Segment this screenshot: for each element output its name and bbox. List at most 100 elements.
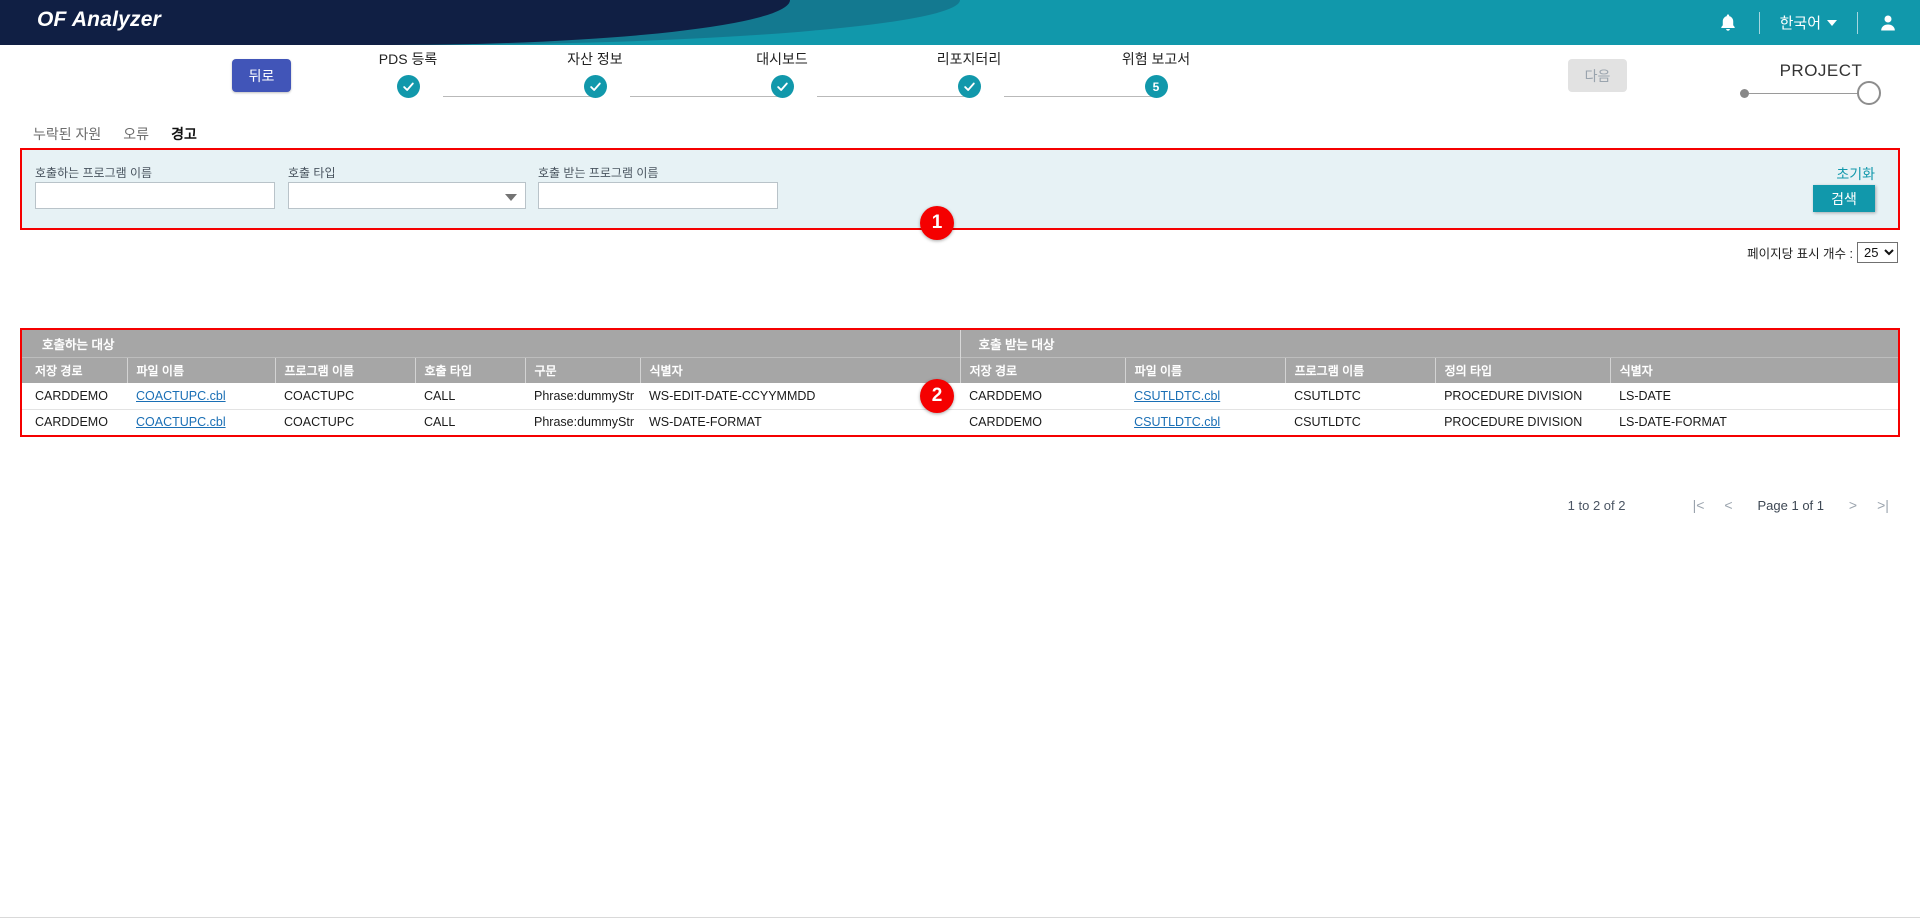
tab-missing-resources[interactable]: 누락된 자원	[33, 122, 101, 146]
step-status-check-icon	[396, 75, 420, 98]
tab-warnings[interactable]: 경고	[171, 122, 197, 146]
filter-panel: 호출하는 프로그램 이름 호출 타입 호출 받는 프로그램 이름 초기화 검색	[20, 148, 1900, 230]
callee-file-link[interactable]: CSUTLDTC.cbl	[1134, 389, 1220, 403]
filter-label-callee-program: 호출 받는 프로그램 이름	[538, 166, 659, 180]
caller-file-link[interactable]: COACTUPC.cbl	[136, 415, 226, 429]
next-page-button[interactable]: >	[1838, 497, 1868, 513]
cell-callee-program: CSUTLDTC	[1285, 383, 1436, 410]
filter-select-call-type[interactable]	[288, 182, 526, 209]
column-header-callee-program[interactable]: 프로그램 이름	[1284, 356, 1436, 383]
step-label: PDS 등록	[378, 51, 438, 67]
project-label: PROJECT	[1779, 61, 1863, 80]
column-header-caller-program[interactable]: 프로그램 이름	[274, 356, 415, 383]
chevron-down-icon	[1827, 19, 1837, 26]
filter-label-caller-program: 호출하는 프로그램 이름	[35, 166, 153, 180]
report-tabs: 누락된 자원 오류 경고	[33, 122, 197, 146]
first-page-button[interactable]: |<	[1684, 497, 1714, 513]
cell-caller-program: COACTUPC	[284, 415, 355, 430]
step-label: 자산 정보	[567, 51, 623, 67]
project-start-dot	[1740, 89, 1749, 98]
warnings-table: 호출하는 대상 호출 받는 대상 저장 경로 파일 이름 프로그램 이름 호출 …	[20, 328, 1900, 437]
user-icon[interactable]	[1878, 12, 1898, 34]
search-button[interactable]: 검색	[1813, 185, 1875, 212]
callee-file-link[interactable]: CSUTLDTC.cbl	[1134, 415, 1220, 429]
cell-definition-type: PROCEDURE DIVISION	[1435, 383, 1611, 410]
page-size-control: 페이지당 표시 개수 : 25	[1747, 242, 1898, 263]
pagination: 1 to 2 of 2 |< < Page 1 of 1 > >|	[1568, 497, 1898, 513]
cell-callee-file: CSUTLDTC.cbl	[1125, 383, 1286, 410]
chevron-down-icon	[505, 194, 517, 201]
callout-badge-2: 2	[920, 379, 954, 413]
step-repository[interactable]: 리포지터리	[894, 49, 1044, 98]
column-header-caller-file[interactable]: 파일 이름	[126, 356, 275, 383]
cell-callee-file: CSUTLDTC.cbl	[1125, 409, 1285, 435]
callout-badge-1: 1	[920, 206, 954, 240]
step-status-check-icon	[583, 75, 607, 98]
cell-statement: Phrase:dummyStr	[534, 415, 635, 430]
cell-call-type: CALL	[415, 383, 525, 410]
step-label: 대시보드	[756, 51, 808, 67]
cell-definition-type: PROCEDURE DIVISION	[1444, 415, 1583, 430]
step-number-badge: 5	[1144, 75, 1168, 98]
prev-page-button[interactable]: <	[1714, 497, 1744, 513]
step-dashboard[interactable]: 대시보드	[707, 49, 857, 98]
page-size-select[interactable]: 25	[1857, 242, 1898, 263]
column-header-call-type[interactable]: 호출 타입	[414, 356, 525, 383]
last-page-button[interactable]: >|	[1868, 497, 1898, 513]
step-asset-info[interactable]: 자산 정보	[520, 49, 670, 98]
cell-caller-program: COACTUPC	[275, 383, 415, 410]
step-status-check-icon	[770, 75, 794, 98]
cell-callee-program: CSUTLDTC	[1294, 415, 1361, 430]
table-row: CARDDEMO COACTUPC.cbl COACTUPC CALL Phra…	[22, 383, 1899, 410]
cell-callee-identifier: LS-DATE-FORMAT	[1619, 415, 1727, 430]
step-label: 리포지터리	[936, 51, 1002, 67]
step-label: 위험 보고서	[1121, 51, 1191, 67]
table-row: CARDDEMO COACTUPC.cbl COACTUPC CALL Phra…	[22, 409, 1898, 435]
language-label: 한국어	[1779, 15, 1821, 32]
page-size-label: 페이지당 표시 개수 :	[1747, 247, 1853, 261]
cell-caller-file: COACTUPC.cbl	[127, 409, 275, 435]
group-header-callee: 호출 받는 대상	[959, 330, 1899, 357]
filter-input-callee-program[interactable]	[538, 182, 778, 209]
app-logo[interactable]: OF Analyzer	[37, 8, 161, 32]
step-risk-report[interactable]: 위험 보고서 5	[1081, 49, 1231, 98]
group-header-caller: 호출하는 대상	[22, 330, 961, 357]
table-group-header-row: 호출하는 대상 호출 받는 대상	[22, 330, 1899, 357]
step-list: PDS 등록 자산 정보 대시보드 리포지터리 위험 보고서 5	[340, 49, 1270, 121]
cell-callee-path: CARDDEMO	[960, 383, 1126, 410]
filter-input-caller-program[interactable]	[35, 182, 275, 209]
column-header-callee-identifier[interactable]: 식별자	[1609, 356, 1899, 383]
cell-caller-identifier: WS-EDIT-DATE-CCYYMMDD	[640, 383, 961, 410]
column-header-caller-identifier[interactable]: 식별자	[639, 356, 961, 383]
project-indicator: PROJECT	[1740, 53, 1900, 113]
workflow-stepper: 뒤로 PDS 등록 자산 정보 대시보드 리포지터리 위험 보고서 5 다음 P…	[0, 45, 1920, 121]
reset-link[interactable]: 초기화	[1836, 164, 1875, 184]
cell-caller-path: CARDDEMO	[35, 415, 108, 430]
page-indicator: Page 1 of 1	[1757, 497, 1825, 513]
filter-label-call-type: 호출 타입	[288, 166, 336, 180]
column-header-statement[interactable]: 구문	[524, 356, 640, 383]
column-header-callee-file[interactable]: 파일 이름	[1124, 356, 1286, 383]
column-header-caller-path[interactable]: 저장 경로	[22, 356, 127, 383]
column-header-definition-type[interactable]: 정의 타입	[1434, 356, 1611, 383]
cell-caller-identifier: WS-DATE-FORMAT	[649, 415, 762, 430]
caller-file-link[interactable]: COACTUPC.cbl	[136, 389, 226, 403]
cell-caller-path: CARDDEMO	[22, 383, 127, 410]
tab-errors[interactable]: 오류	[123, 122, 149, 146]
column-header-callee-path[interactable]: 저장 경로	[959, 356, 1126, 383]
table-column-header-row: 저장 경로 파일 이름 프로그램 이름 호출 타입 구문 식별자 저장 경로 파…	[22, 356, 1899, 383]
language-selector[interactable]: 한국어	[1780, 12, 1837, 33]
pagination-count: 1 to 2 of 2	[1567, 497, 1626, 513]
back-button[interactable]: 뒤로	[232, 59, 291, 92]
bell-icon[interactable]	[1717, 12, 1739, 34]
divider	[1758, 11, 1760, 34]
project-line	[1749, 93, 1859, 94]
cell-caller-file: COACTUPC.cbl	[127, 383, 275, 410]
cell-callee-identifier: LS-DATE	[1610, 383, 1899, 410]
cell-callee-path: CARDDEMO	[969, 415, 1042, 430]
cell-statement: Phrase:dummyStr	[525, 383, 640, 410]
project-end-circle	[1857, 81, 1881, 105]
top-bar-actions: 한국어	[1717, 0, 1898, 45]
next-button[interactable]: 다음	[1568, 59, 1627, 92]
step-pds-registration[interactable]: PDS 등록	[333, 49, 483, 98]
